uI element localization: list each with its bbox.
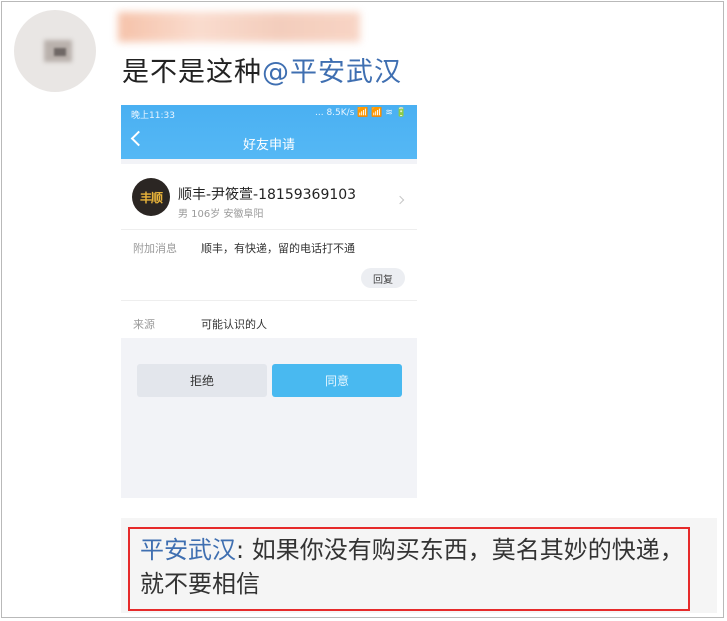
reject-button: 拒绝 (137, 364, 267, 397)
reply-author-link[interactable]: 平安武汉 (140, 536, 236, 564)
contact-name: 顺丰-尹筱萱-18159369103 (178, 187, 357, 203)
source-label: 来源 (133, 318, 155, 331)
avatar-image-detail (54, 48, 66, 56)
divider (121, 300, 417, 301)
phone-header: 晚上11:33 ... 8.5K/s 📶 📶 ≋ 🔋 好友申请 (121, 105, 417, 159)
status-icons: ... 8.5K/s 📶 📶 ≋ 🔋 (315, 108, 407, 118)
status-time: 晚上11:33 (131, 111, 175, 121)
username-blurred (118, 12, 360, 42)
chevron-right-icon (395, 195, 405, 205)
contact-meta: 男 106岁 安徽阜阳 (178, 209, 264, 220)
post-body: 是不是这种 (122, 57, 262, 88)
extra-message-label: 附加消息 (133, 242, 177, 255)
post-text: 是不是这种@平安武汉 (122, 50, 402, 89)
contact-avatar: 丰顺 (132, 178, 170, 216)
embedded-screenshot[interactable]: 晚上11:33 ... 8.5K/s 📶 📶 ≋ 🔋 好友申请 丰顺 顺丰-尹筱… (121, 105, 417, 498)
mention-link[interactable]: @平安武汉 (262, 57, 402, 88)
divider (121, 229, 417, 230)
accept-button: 同意 (272, 364, 402, 397)
reply-button: 回复 (361, 268, 405, 288)
screen-title: 好友申请 (242, 138, 295, 153)
reply-text: 平安武汉: 如果你没有购买东西，莫名其妙的快递，就不要相信 (140, 533, 685, 601)
avatar[interactable] (14, 10, 96, 92)
source-value: 可能认识的人 (201, 318, 267, 331)
extra-message-value: 顺丰，有快递，留的电话打不通 (201, 242, 355, 255)
friend-request-card: 丰顺 顺丰-尹筱萱-18159369103 男 106岁 安徽阜阳 附加消息 顺… (121, 164, 417, 338)
